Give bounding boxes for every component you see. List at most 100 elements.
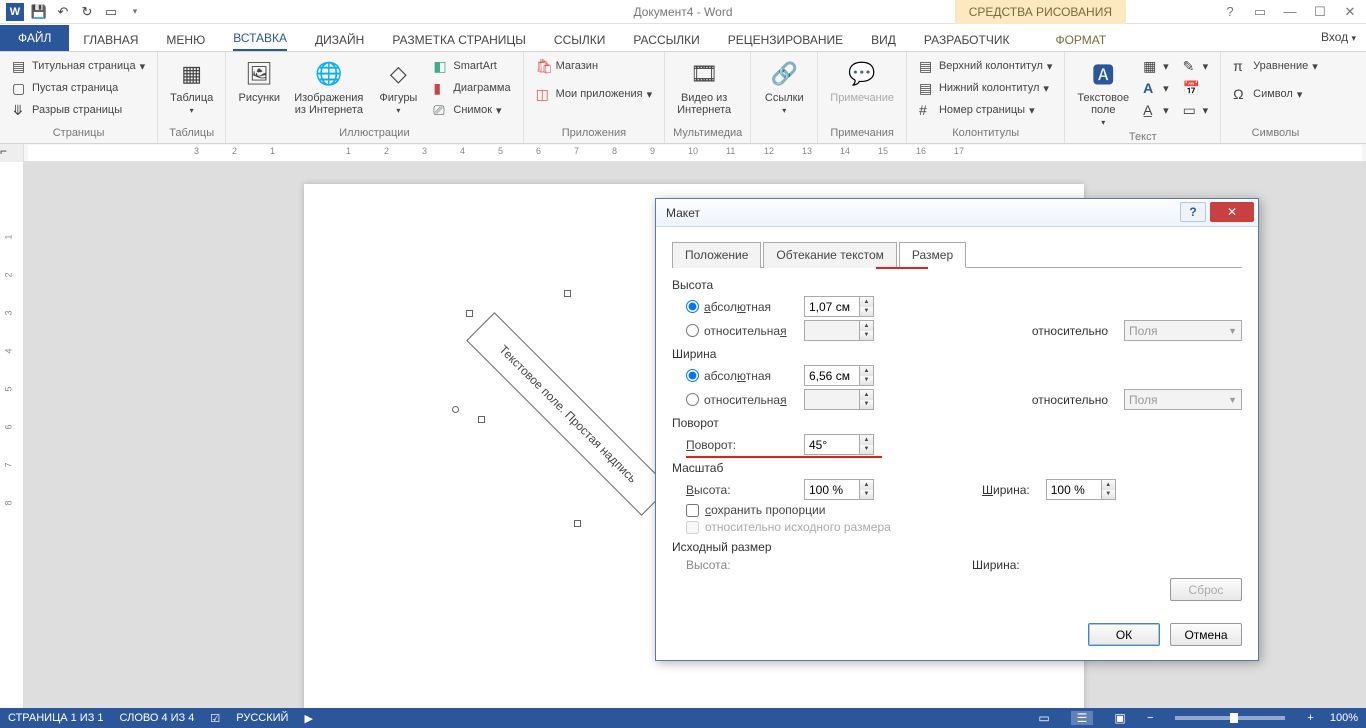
- undo-icon[interactable]: ↶: [52, 1, 74, 23]
- cover-page-button[interactable]: ▤Титульная страница ▾: [8, 56, 149, 76]
- table-button[interactable]: ▦Таблица▾: [166, 56, 217, 117]
- ribbon-options-icon[interactable]: ▭: [1248, 4, 1272, 20]
- height-rel-radio[interactable]: относительная: [686, 324, 796, 338]
- header-button[interactable]: ▤Верхний колонтитул ▾: [915, 56, 1056, 76]
- redo-icon[interactable]: ↻: [76, 1, 98, 23]
- page-break-button[interactable]: ⤋Разрыв страницы: [8, 100, 149, 120]
- spin-up-icon[interactable]: ▲: [1102, 480, 1115, 490]
- tab-insert[interactable]: ВСТАВКА: [219, 25, 301, 51]
- equation-button[interactable]: πУравнение ▾: [1229, 56, 1322, 76]
- comment-button[interactable]: 💬Примечание: [826, 56, 898, 106]
- status-proof-icon[interactable]: ☑: [210, 712, 220, 725]
- tab-menu[interactable]: Меню: [152, 27, 219, 51]
- ok-button[interactable]: ОК: [1088, 623, 1160, 646]
- resize-handle[interactable]: [478, 416, 485, 423]
- save-icon[interactable]: 💾: [28, 1, 50, 23]
- zoom-level[interactable]: 100%: [1330, 712, 1358, 724]
- tab-mailings[interactable]: РАССЫЛКИ: [619, 27, 713, 51]
- footer-button[interactable]: ▤Нижний колонтитул ▾: [915, 78, 1056, 98]
- screenshot-button[interactable]: ⎚Снимок ▾: [429, 100, 514, 120]
- quickparts-button[interactable]: ▦▾: [1139, 56, 1173, 76]
- status-page[interactable]: СТРАНИЦА 1 ИЗ 1: [8, 712, 104, 724]
- links-button[interactable]: 🔗Ссылки▾: [759, 56, 809, 117]
- spin-down-icon[interactable]: ▼: [860, 307, 873, 317]
- page-number-button[interactable]: #Номер страницы ▾: [915, 100, 1056, 120]
- object-button[interactable]: ▭▾: [1179, 100, 1213, 120]
- tab-pagelayout[interactable]: РАЗМЕТКА СТРАНИЦЫ: [378, 27, 540, 51]
- dialog-help-button[interactable]: ?: [1180, 202, 1206, 222]
- rotate-spinner[interactable]: ▲▼: [804, 434, 874, 455]
- close-icon[interactable]: ✕: [1338, 4, 1362, 20]
- shapes-button[interactable]: ◇Фигуры▾: [373, 56, 423, 117]
- spin-down-icon[interactable]: ▼: [860, 376, 873, 386]
- dlg-tab-size[interactable]: Размер: [899, 242, 966, 268]
- tab-developer[interactable]: РАЗРАБОТЧИК: [910, 27, 1024, 51]
- vertical-ruler[interactable]: 123 456 78: [0, 162, 24, 708]
- tab-design[interactable]: ДИЗАЙН: [301, 27, 378, 51]
- chart-button[interactable]: ▮Диаграмма: [429, 78, 514, 98]
- tab-file[interactable]: ФАЙЛ: [0, 25, 69, 51]
- my-apps-button[interactable]: ◫Мои приложения ▾: [532, 84, 657, 104]
- login-link[interactable]: Вход ▾: [1321, 30, 1356, 44]
- tab-home[interactable]: ГЛАВНАЯ: [69, 27, 152, 51]
- spin-down-icon[interactable]: ▼: [860, 445, 873, 455]
- status-language[interactable]: РУССКИЙ: [236, 712, 288, 724]
- spin-up-icon[interactable]: ▲: [860, 297, 873, 307]
- view-weblayout-icon[interactable]: ▣: [1109, 711, 1131, 725]
- spin-down-icon[interactable]: ▼: [860, 490, 873, 500]
- smartart-button[interactable]: ◧SmartArt: [429, 56, 514, 76]
- rotate-input[interactable]: [805, 435, 859, 454]
- width-abs-input[interactable]: [805, 366, 859, 385]
- zoom-in-button[interactable]: +: [1307, 712, 1313, 724]
- scale-height-spinner[interactable]: ▲▼: [804, 479, 874, 500]
- horizontal-ruler[interactable]: 3211234567891011121314151617: [28, 145, 1362, 161]
- tab-format[interactable]: ФОРМАТ: [1041, 27, 1120, 51]
- textbox-button[interactable]: 🅰Текстовое поле▾: [1073, 56, 1133, 129]
- resize-handle[interactable]: [574, 520, 581, 527]
- wordart-button[interactable]: A▾: [1139, 78, 1173, 98]
- dropcap-button[interactable]: A̲▾: [1139, 100, 1173, 120]
- height-abs-spinner[interactable]: ▲▼: [804, 296, 874, 317]
- tab-references[interactable]: ССЫЛКИ: [540, 27, 619, 51]
- minimize-icon[interactable]: —: [1278, 4, 1302, 20]
- pictures-button[interactable]: 🖼Рисунки: [234, 56, 284, 106]
- tab-review[interactable]: РЕЦЕНЗИРОВАНИЕ: [714, 27, 857, 51]
- dialog-close-button[interactable]: ✕: [1210, 202, 1254, 222]
- view-readmode-icon[interactable]: ▭: [1033, 711, 1055, 725]
- symbol-button[interactable]: ΩСимвол ▾: [1229, 84, 1322, 104]
- spin-up-icon[interactable]: ▲: [860, 435, 873, 445]
- store-button[interactable]: 🛍Магазин: [532, 56, 657, 76]
- dlg-tab-position[interactable]: Положение: [672, 242, 761, 268]
- textbox-shape[interactable]: Текстовое поле. Простая надпись: [466, 312, 670, 516]
- zoom-thumb[interactable]: [1230, 713, 1238, 723]
- scale-height-input[interactable]: [805, 480, 859, 499]
- zoom-slider[interactable]: [1175, 716, 1285, 720]
- status-words[interactable]: СЛОВО 4 ИЗ 4: [120, 712, 195, 724]
- spin-down-icon[interactable]: ▼: [1102, 490, 1115, 500]
- tab-view[interactable]: ВИД: [857, 27, 910, 51]
- online-video-button[interactable]: 🎞Видео из Интернета: [673, 56, 735, 118]
- blank-page-button[interactable]: ▢Пустая страница: [8, 78, 149, 98]
- resize-handle[interactable]: [564, 290, 571, 297]
- width-abs-spinner[interactable]: ▲▼: [804, 365, 874, 386]
- sigline-button[interactable]: ✎▾: [1179, 56, 1213, 76]
- width-abs-radio[interactable]: абсолютная: [686, 369, 796, 383]
- rotate-handle[interactable]: [452, 406, 459, 413]
- spin-up-icon[interactable]: ▲: [860, 480, 873, 490]
- help-icon[interactable]: ?: [1218, 4, 1242, 20]
- spin-up-icon[interactable]: ▲: [860, 366, 873, 376]
- dialog-titlebar[interactable]: Макет ? ✕: [656, 199, 1258, 227]
- datetime-button[interactable]: 📅: [1179, 78, 1213, 98]
- view-printlayout-icon[interactable]: ☰: [1071, 711, 1093, 725]
- online-pictures-button[interactable]: 🌐Изображения из Интернета: [290, 56, 367, 118]
- new-doc-icon[interactable]: ▭: [100, 1, 122, 23]
- status-macro-icon[interactable]: ▶: [304, 712, 312, 725]
- cancel-button[interactable]: Отмена: [1170, 623, 1242, 646]
- resize-handle[interactable]: [466, 310, 473, 317]
- height-abs-radio[interactable]: абсолютная: [686, 300, 796, 314]
- dlg-tab-wrap[interactable]: Обтекание текстом: [763, 242, 896, 268]
- lock-aspect-checkbox[interactable]: сохранить пропорции: [686, 503, 1242, 517]
- maximize-icon[interactable]: ☐: [1308, 4, 1332, 20]
- scale-width-spinner[interactable]: ▲▼: [1046, 479, 1116, 500]
- height-abs-input[interactable]: [805, 297, 859, 316]
